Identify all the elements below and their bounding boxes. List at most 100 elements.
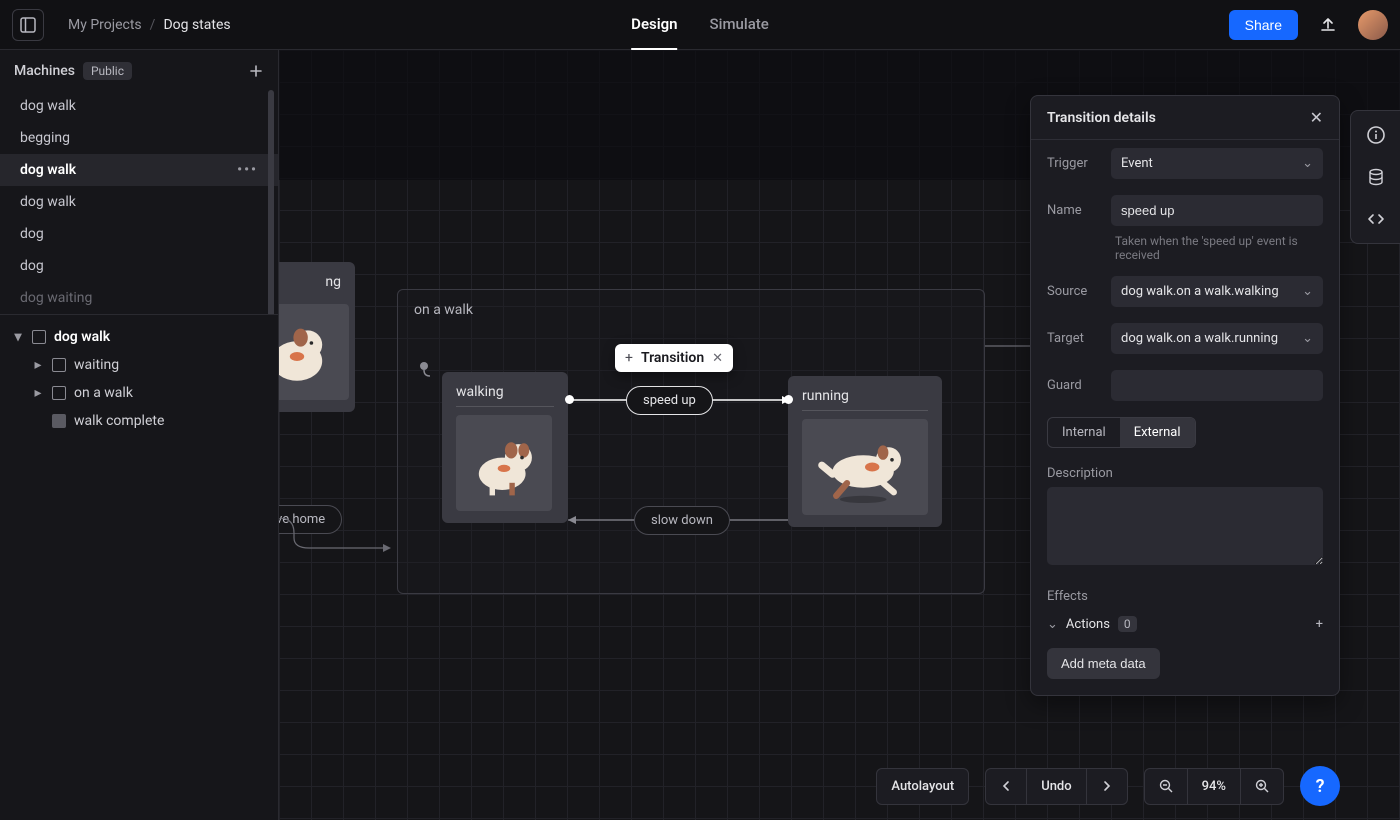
edge-source-handle[interactable] (565, 395, 574, 404)
state-node-walking[interactable]: walking (442, 372, 568, 523)
name-label: Name (1047, 203, 1099, 218)
add-meta-button[interactable]: Add meta data (1047, 648, 1160, 679)
transition-popup: + Transition ✕ (615, 344, 733, 372)
source-select[interactable]: dog walk.on a walk.walking ⌄ (1111, 276, 1323, 307)
code-rail-button[interactable] (1364, 207, 1388, 231)
sidebar-title: Machines (14, 63, 75, 79)
popup-label: Transition (641, 350, 704, 366)
add-machine-button[interactable] (248, 63, 264, 79)
description-label: Description (1031, 456, 1339, 487)
machines-scrollbar[interactable] (268, 90, 274, 314)
breadcrumb-parent[interactable]: My Projects (68, 17, 142, 33)
state-title: walking (456, 384, 554, 407)
machine-item[interactable]: dog walk (0, 90, 278, 122)
machine-item[interactable]: dog (0, 218, 278, 250)
plus-icon (248, 63, 264, 79)
add-action-button[interactable]: + (1316, 617, 1323, 632)
state-node-running[interactable]: running (788, 376, 942, 527)
state-title: ng (279, 274, 341, 296)
details-panel: Transition details ✕ Trigger Event ⌄ Nam… (1030, 95, 1340, 696)
redo-next-button[interactable] (1086, 769, 1127, 804)
trigger-select[interactable]: Event ⌄ (1111, 148, 1323, 179)
actions-label: Actions (1066, 617, 1110, 632)
zoom-level[interactable]: 94% (1187, 769, 1240, 804)
machine-item[interactable]: dog (0, 250, 278, 282)
chevron-down-icon: ⌄ (1302, 331, 1313, 346)
tab-design[interactable]: Design (631, 0, 677, 50)
tree-node[interactable]: ▸ on a walk (0, 379, 278, 407)
tree-root[interactable]: ▾ dog walk (0, 323, 278, 351)
trigger-label: Trigger (1047, 156, 1099, 171)
state-title: running (802, 388, 928, 411)
effects-label: Effects (1031, 579, 1339, 610)
popup-close-button[interactable]: ✕ (712, 351, 723, 366)
chevron-right-icon[interactable]: ▸ (32, 385, 44, 401)
tab-simulate[interactable]: Simulate (710, 0, 769, 50)
name-input[interactable] (1111, 195, 1323, 226)
chevron-right-icon (1101, 780, 1113, 792)
breadcrumb: My Projects / Dog states (68, 17, 231, 33)
autolayout-button[interactable]: Autolayout (877, 769, 968, 804)
panel-icon (20, 17, 36, 33)
machine-item[interactable]: dog waiting (0, 282, 278, 314)
help-button[interactable]: ? (1300, 766, 1340, 806)
target-label: Target (1047, 331, 1099, 346)
chevron-right-icon[interactable]: ▸ (32, 357, 44, 373)
state-image (456, 415, 552, 511)
zoom-out-icon (1159, 779, 1173, 793)
info-icon (1366, 125, 1386, 145)
chevron-down-icon: ⌄ (1302, 284, 1313, 299)
share-button[interactable]: Share (1229, 10, 1298, 40)
zoom-in-button[interactable] (1240, 769, 1283, 804)
machine-item-selected[interactable]: dog walk ••• (0, 154, 278, 186)
machine-item[interactable]: dog walk (0, 186, 278, 218)
chevron-left-icon (1000, 780, 1012, 792)
parent-state[interactable]: on a walk walking (397, 289, 985, 594)
edge-target-handle[interactable] (784, 395, 793, 404)
state-icon (52, 386, 66, 400)
details-close-button[interactable]: ✕ (1310, 108, 1323, 127)
parent-state-title: on a walk (398, 290, 984, 330)
transition-speed-up[interactable]: speed up (626, 386, 713, 415)
guard-label: Guard (1047, 378, 1099, 393)
chevron-down-icon[interactable]: ⌄ (1047, 617, 1058, 632)
tree-node[interactable]: ▸ waiting (0, 351, 278, 379)
machine-item-more-button[interactable]: ••• (237, 162, 258, 178)
tree-node[interactable]: walk complete (0, 407, 278, 435)
visibility-badge: Public (83, 62, 132, 80)
database-icon (1366, 167, 1386, 187)
chevron-down-icon[interactable]: ▾ (12, 329, 24, 345)
machine-item[interactable]: begging (0, 122, 278, 154)
code-icon (1366, 209, 1386, 229)
state-icon (52, 358, 66, 372)
user-avatar[interactable] (1358, 10, 1388, 40)
info-rail-button[interactable] (1364, 123, 1388, 147)
breadcrumb-separator: / (150, 17, 156, 33)
undo-prev-button[interactable] (986, 769, 1026, 804)
name-hint: Taken when the 'speed up' event is recei… (1031, 234, 1339, 268)
state-image (279, 304, 349, 400)
chevron-down-icon: ⌄ (1302, 156, 1313, 171)
app-logo-button[interactable] (12, 9, 44, 41)
popup-add-button[interactable]: + (625, 350, 633, 366)
state-node-partial[interactable]: ng (279, 262, 355, 412)
description-textarea[interactable] (1047, 487, 1323, 565)
upload-icon (1319, 16, 1337, 34)
target-select[interactable]: dog walk.on a walk.running ⌄ (1111, 323, 1323, 354)
transition-type-segmented: Internal External (1047, 417, 1196, 448)
dog-running-illustration (805, 422, 925, 512)
external-option[interactable]: External (1120, 418, 1195, 447)
state-icon (32, 330, 46, 344)
source-label: Source (1047, 284, 1099, 299)
zoom-in-icon (1255, 779, 1269, 793)
state-image (802, 419, 928, 515)
zoom-out-button[interactable] (1145, 769, 1187, 804)
right-rail (1350, 110, 1400, 244)
actions-count: 0 (1118, 616, 1137, 632)
export-button[interactable] (1314, 11, 1342, 39)
transition-slow-down[interactable]: slow down (634, 506, 730, 535)
data-rail-button[interactable] (1364, 165, 1388, 189)
undo-button[interactable]: Undo (1026, 769, 1085, 804)
guard-input[interactable] (1111, 370, 1323, 401)
internal-option[interactable]: Internal (1048, 418, 1120, 447)
